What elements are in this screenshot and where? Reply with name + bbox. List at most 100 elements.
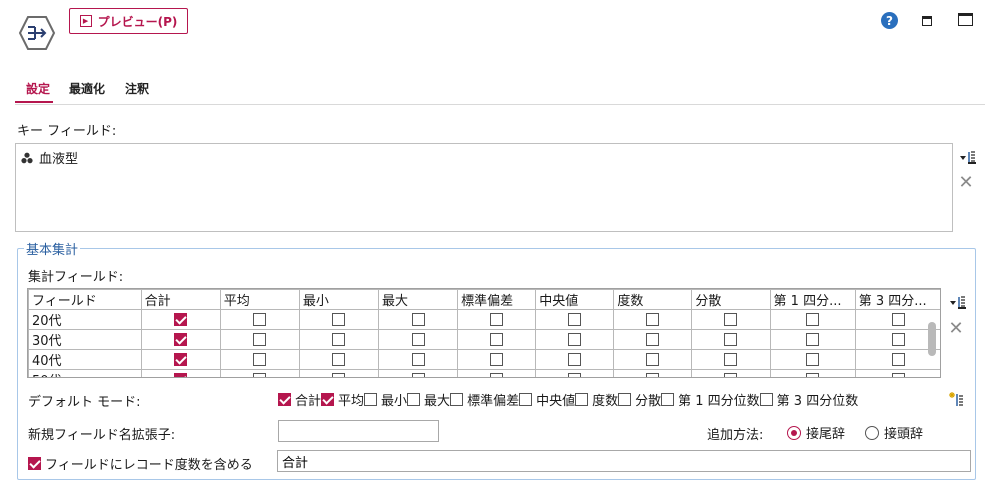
checkbox[interactable] [174,313,188,326]
checkbox[interactable] [891,313,905,326]
delete-icon[interactable]: ✕ [958,174,974,192]
table-row[interactable]: 20代 [28,309,940,330]
maximize-icon[interactable] [958,13,973,26]
tab-optimization[interactable]: 最適化 [69,80,105,97]
checkbox[interactable] [253,373,267,377]
checkbox[interactable] [411,313,425,326]
column-header[interactable]: 合計 [140,289,221,310]
stat-checkbox-cell [691,329,771,350]
checkbox[interactable] [568,313,582,326]
table-row[interactable]: 50代 [28,369,940,377]
checkbox[interactable] [646,353,660,366]
column-header[interactable]: 分散 [691,289,771,310]
column-header[interactable]: 度数 [613,289,693,310]
stat-checkbox-cell [140,349,221,370]
checkbox[interactable] [332,353,346,366]
stat-checkbox-cell [457,349,537,370]
preview-button[interactable]: ▶ プレビュー(P) [69,8,188,34]
table-row[interactable]: 30代 [28,329,940,350]
checkbox[interactable] [411,373,425,377]
checkbox[interactable] [724,313,738,326]
checkbox[interactable] [646,373,660,377]
checkbox[interactable] [891,353,905,366]
aggregate-fields-table[interactable]: フィールド 合計 平均 最小 最大 標準偏差 中央値 度数 分散 第 1 四分.… [27,288,941,378]
default-mode-label: デフォルト モード: [28,395,141,410]
key-fields-list[interactable]: 血液型 [15,143,953,232]
checkbox[interactable] [806,353,820,366]
checkbox[interactable] [490,353,504,366]
checkbox[interactable] [253,313,267,326]
checkbox[interactable] [806,313,820,326]
checkbox[interactable] [891,373,905,377]
checkbox[interactable] [646,313,660,326]
default-mode-option[interactable]: 最大 [407,390,450,409]
stat-checkbox-cell [377,309,459,330]
checkbox[interactable] [568,373,582,377]
apply-default-mode-icon[interactable] [948,391,964,407]
list-item[interactable]: 血液型 [21,148,78,167]
checkbox[interactable] [568,353,582,366]
checkbox[interactable] [891,333,905,346]
checkbox[interactable] [490,313,504,326]
checkbox[interactable] [490,373,504,377]
checkbox[interactable] [174,353,188,366]
column-header[interactable]: 最小 [298,289,379,310]
minimize-icon[interactable] [922,16,932,26]
stat-checkbox-cell [377,349,459,370]
tab-annotations[interactable]: 注釈 [125,80,149,97]
column-header[interactable]: 標準偏差 [457,289,537,310]
default-mode-option-label: 中央値 [536,394,576,409]
default-mode-option[interactable]: 標準偏差 [450,390,519,409]
default-mode-option[interactable]: 分散 [618,390,661,409]
checkbox[interactable] [332,333,346,346]
checkbox[interactable] [332,373,346,377]
new-field-extension-input[interactable] [278,420,439,442]
tab-settings[interactable]: 設定 [26,80,50,97]
default-mode-option[interactable]: 中央値 [519,390,575,409]
checkbox[interactable] [174,333,188,346]
add-aggregate-field-icon[interactable] [949,295,966,311]
checkbox[interactable] [411,333,425,346]
checkbox[interactable] [332,313,346,326]
stat-checkbox-cell [613,369,693,377]
default-mode-option[interactable]: 第 1 四分位数 [661,390,760,409]
checkbox[interactable] [174,373,188,377]
checkbox[interactable] [806,373,820,377]
remove-aggregate-field-icon[interactable]: ✕ [948,320,964,338]
default-mode-option[interactable]: 平均 [321,390,364,409]
checkbox[interactable] [724,333,738,346]
checkbox[interactable] [724,353,738,366]
checkbox[interactable] [411,353,425,366]
default-mode-option-label: 最大 [424,394,451,409]
checkbox[interactable] [806,333,820,346]
checkbox[interactable] [253,333,267,346]
default-mode-option[interactable]: 合計 [278,390,321,409]
field-picker-icon[interactable] [959,150,976,166]
record-count-field-name-input[interactable] [277,450,971,472]
checkbox[interactable] [724,373,738,377]
column-header[interactable]: フィールド [28,289,142,310]
column-header[interactable]: 中央値 [535,289,615,310]
default-mode-option-label: 最小 [381,394,408,409]
prefix-radio[interactable]: 接頭辞 [865,423,923,442]
include-record-count-checkbox[interactable]: フィールドにレコード度数を含める [28,454,253,473]
table-row[interactable]: 40代 [28,349,940,370]
column-header[interactable]: 最大 [377,289,459,310]
checkbox[interactable] [568,333,582,346]
checkbox[interactable] [490,333,504,346]
checkbox [575,393,589,406]
checkbox[interactable] [646,333,660,346]
stat-checkbox-cell [219,369,300,377]
column-header[interactable]: 第 1 四分... [769,289,856,310]
add-method-radio-group: 接尾辞 接頭辞 [787,423,923,442]
default-mode-option[interactable]: 度数 [575,390,618,409]
column-header[interactable]: 第 3 四分... [854,289,940,310]
suffix-radio[interactable]: 接尾辞 [787,423,845,442]
default-mode-option[interactable]: 最小 [364,390,407,409]
default-mode-option[interactable]: 第 3 四分位数 [759,390,858,409]
checkbox[interactable] [253,353,267,366]
column-header[interactable]: 平均 [219,289,300,310]
stat-checkbox-cell [140,329,221,350]
help-icon[interactable]: ? [881,12,898,29]
table-scrollbar[interactable] [928,322,936,356]
